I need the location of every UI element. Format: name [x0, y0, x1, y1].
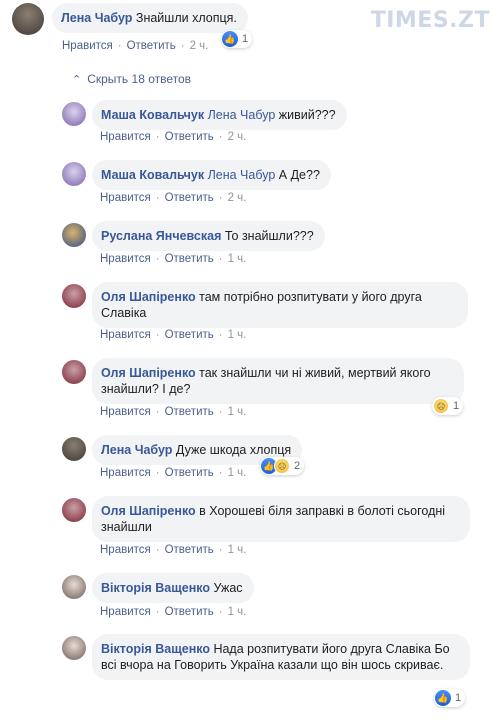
reaction-count: 1 — [453, 400, 460, 412]
comment-bubble: Вікторія Ващенко Нада розпитувати його д… — [92, 634, 470, 680]
reaction-badge[interactable]: 👍 ☹ 2 — [260, 457, 305, 475]
timestamp[interactable]: 2 ч. — [190, 40, 209, 52]
like-link[interactable]: Нравится — [100, 131, 151, 143]
like-link[interactable]: Нравится — [100, 606, 151, 618]
comment-text: А Де?? — [275, 168, 320, 182]
avatar[interactable] — [62, 360, 86, 384]
comment-author[interactable]: Оля Шапіренко — [101, 290, 196, 304]
comment-bubble: Руслана Янчевская То знайшли??? — [92, 221, 325, 251]
avatar[interactable] — [62, 102, 86, 126]
comment-text: Ужас — [209, 581, 243, 595]
like-link[interactable]: Нравится — [100, 192, 151, 204]
chevron-up-icon: ⌃ — [72, 73, 82, 86]
avatar[interactable] — [62, 437, 86, 461]
reply-comment: Оля Шапіренко в Хорошеві біля заправкі в… — [62, 496, 470, 542]
comment-author[interactable]: Руслана Янчевская — [101, 229, 221, 243]
reply-link[interactable]: Ответить — [165, 253, 214, 265]
reaction-count: 1 — [242, 33, 249, 45]
like-link[interactable]: Нравится — [100, 406, 151, 418]
timestamp[interactable]: 2 ч. — [228, 192, 247, 204]
sad-reaction-icon: ☹ — [433, 398, 449, 414]
reply-link[interactable]: Ответить — [127, 40, 176, 52]
avatar[interactable] — [62, 284, 86, 308]
reply-comment: Маша Ковальчук Лена Чабур А Де?? — [62, 160, 331, 190]
top-comment: Лена Чабур Знайшли хлопця. — [12, 3, 248, 35]
avatar[interactable] — [12, 3, 44, 35]
reaction-count: 2 — [294, 460, 301, 472]
comment-author[interactable]: Маша Ковальчук — [101, 108, 204, 122]
comment-text: Знайшли хлопця. — [135, 11, 237, 25]
like-link[interactable]: Нравится — [100, 467, 151, 479]
mention-link[interactable]: Лена Чабур — [208, 108, 276, 122]
comment-author[interactable]: Маша Ковальчук — [101, 168, 204, 182]
reply-comment: Вікторія Ващенко Нада розпитувати його д… — [62, 634, 470, 680]
avatar[interactable] — [62, 162, 86, 186]
reply-comment: Руслана Янчевская То знайшли??? — [62, 221, 325, 251]
hide-replies-label: Скрыть 18 ответов — [87, 72, 192, 86]
comment-author[interactable]: Вікторія Ващенко — [101, 642, 210, 656]
reply-link[interactable]: Ответить — [165, 406, 214, 418]
comment-actions: Нравится · Ответить · 2 ч. — [62, 40, 209, 52]
comment-author[interactable]: Вікторія Ващенко — [101, 581, 210, 595]
like-icon: 👍 — [222, 31, 238, 47]
comment-bubble: Оля Шапіренко так знайшли чи ні живий, м… — [92, 358, 464, 404]
comment-bubble: Оля Шапіренко в Хорошеві біля заправкі в… — [92, 496, 470, 542]
reaction-badge[interactable]: 👍 1 — [221, 30, 253, 48]
reply-link[interactable]: Ответить — [165, 192, 214, 204]
avatar[interactable] — [62, 636, 86, 660]
reply-link[interactable]: Ответить — [165, 467, 214, 479]
comment-author[interactable]: Лена Чабур — [61, 11, 132, 25]
comment-text: То знайшли??? — [224, 229, 314, 243]
reaction-badge[interactable]: 👍 1 — [434, 689, 466, 707]
comment-actions: Нравится · Ответить · 1 ч. — [100, 606, 247, 618]
comment-author[interactable]: Оля Шапіренко — [101, 366, 196, 380]
reply-link[interactable]: Ответить — [165, 329, 214, 341]
avatar[interactable] — [62, 223, 86, 247]
reaction-count: 1 — [455, 692, 462, 704]
avatar[interactable] — [62, 498, 86, 522]
comment-text: живий??? — [275, 108, 336, 122]
comment-bubble: Оля Шапіренко там потрібно розпитувати у… — [92, 282, 468, 328]
like-link[interactable]: Нравится — [62, 40, 113, 52]
reply-comment: Оля Шапіренко так знайшли чи ні живий, м… — [62, 358, 464, 404]
timestamp[interactable]: 1 ч. — [228, 606, 247, 618]
reply-comment: Оля Шапіренко там потрібно розпитувати у… — [62, 282, 468, 328]
reply-link[interactable]: Ответить — [165, 131, 214, 143]
comment-actions: Нравится · Ответить · 1 ч. — [100, 406, 247, 418]
comment-author[interactable]: Лена Чабур — [101, 443, 172, 457]
comment-actions: Нравится · Ответить · 1 ч. — [100, 253, 247, 265]
comment-actions: Нравится · Ответить · 2 ч. — [100, 131, 247, 143]
like-link[interactable]: Нравится — [100, 329, 151, 341]
reply-link[interactable]: Ответить — [165, 606, 214, 618]
comment-text: Дуже шкода хлопця — [172, 443, 292, 457]
comment-bubble: Лена Чабур Знайшли хлопця. — [52, 3, 248, 33]
sad-reaction-icon: ☹ — [274, 458, 290, 474]
like-icon: 👍 — [435, 690, 451, 706]
comment-bubble: Вікторія Ващенко Ужас — [92, 573, 254, 603]
comment-author[interactable]: Оля Шапіренко — [101, 504, 196, 518]
comment-bubble: Маша Ковальчук Лена Чабур А Де?? — [92, 160, 331, 190]
timestamp[interactable]: 1 ч. — [228, 253, 247, 265]
like-link[interactable]: Нравится — [100, 253, 151, 265]
timestamp[interactable]: 2 ч. — [228, 131, 247, 143]
timestamp[interactable]: 1 ч. — [228, 406, 247, 418]
timestamp[interactable]: 1 ч. — [228, 544, 247, 556]
reply-comment: Маша Ковальчук Лена Чабур живий??? — [62, 100, 347, 130]
timestamp[interactable]: 1 ч. — [228, 329, 247, 341]
comment-actions: Нравится · Ответить · 1 ч. — [100, 467, 247, 479]
comment-bubble: Маша Ковальчук Лена Чабур живий??? — [92, 100, 347, 130]
hide-replies-toggle[interactable]: ⌃ Скрыть 18 ответов — [72, 72, 191, 86]
comment-actions: Нравится · Ответить · 1 ч. — [100, 329, 247, 341]
watermark-logo: TIMES.ZT — [370, 8, 490, 33]
avatar[interactable] — [62, 575, 86, 599]
reply-link[interactable]: Ответить — [165, 544, 214, 556]
comment-actions: Нравится · Ответить · 2 ч. — [100, 192, 247, 204]
reaction-badge[interactable]: ☹ 1 — [432, 397, 464, 415]
comment-actions: Нравится · Ответить · 1 ч. — [100, 544, 247, 556]
like-link[interactable]: Нравится — [100, 544, 151, 556]
mention-link[interactable]: Лена Чабур — [208, 168, 276, 182]
reply-comment: Вікторія Ващенко Ужас — [62, 573, 254, 603]
timestamp[interactable]: 1 ч. — [228, 467, 247, 479]
